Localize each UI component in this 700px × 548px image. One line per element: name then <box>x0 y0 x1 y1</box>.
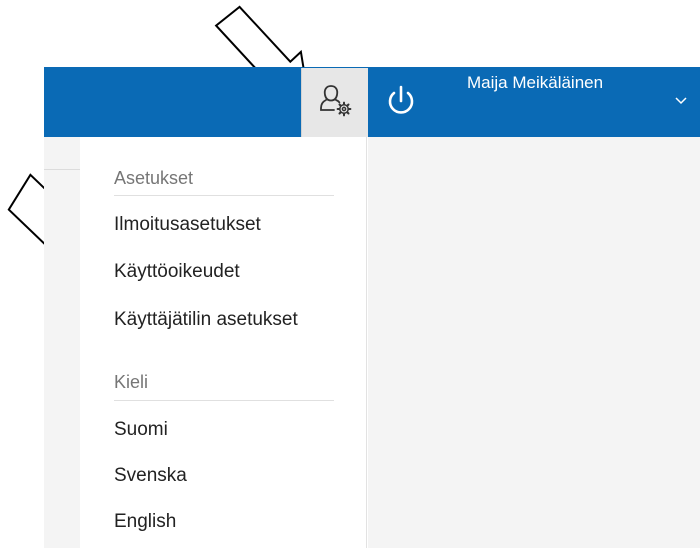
menu-item-language-svenska[interactable]: Svenska <box>114 465 187 487</box>
power-icon <box>388 85 414 114</box>
menu-item-language-suomi[interactable]: Suomi <box>114 419 168 441</box>
language-section-divider <box>114 400 334 401</box>
user-settings-icon <box>320 85 352 117</box>
chevron-down-icon[interactable] <box>674 96 688 106</box>
menu-item-language-english[interactable]: English <box>114 511 176 533</box>
logout-button[interactable] <box>368 67 433 137</box>
divider <box>44 169 80 170</box>
user-settings-button[interactable] <box>301 68 368 137</box>
menu-item-account-settings[interactable]: Käyttäjätilin asetukset <box>114 309 298 331</box>
menu-item-notification-settings[interactable]: Ilmoitusasetukset <box>114 214 261 236</box>
page-content-right <box>368 137 700 548</box>
settings-section-header: Asetukset <box>114 168 194 188</box>
user-name-label[interactable]: Maija Meikäläinen <box>467 73 603 93</box>
page-content-left <box>44 137 80 548</box>
menu-item-permissions[interactable]: Käyttöoikeudet <box>114 261 240 283</box>
language-section-header: Kieli <box>114 372 149 392</box>
settings-section-divider <box>114 195 334 196</box>
